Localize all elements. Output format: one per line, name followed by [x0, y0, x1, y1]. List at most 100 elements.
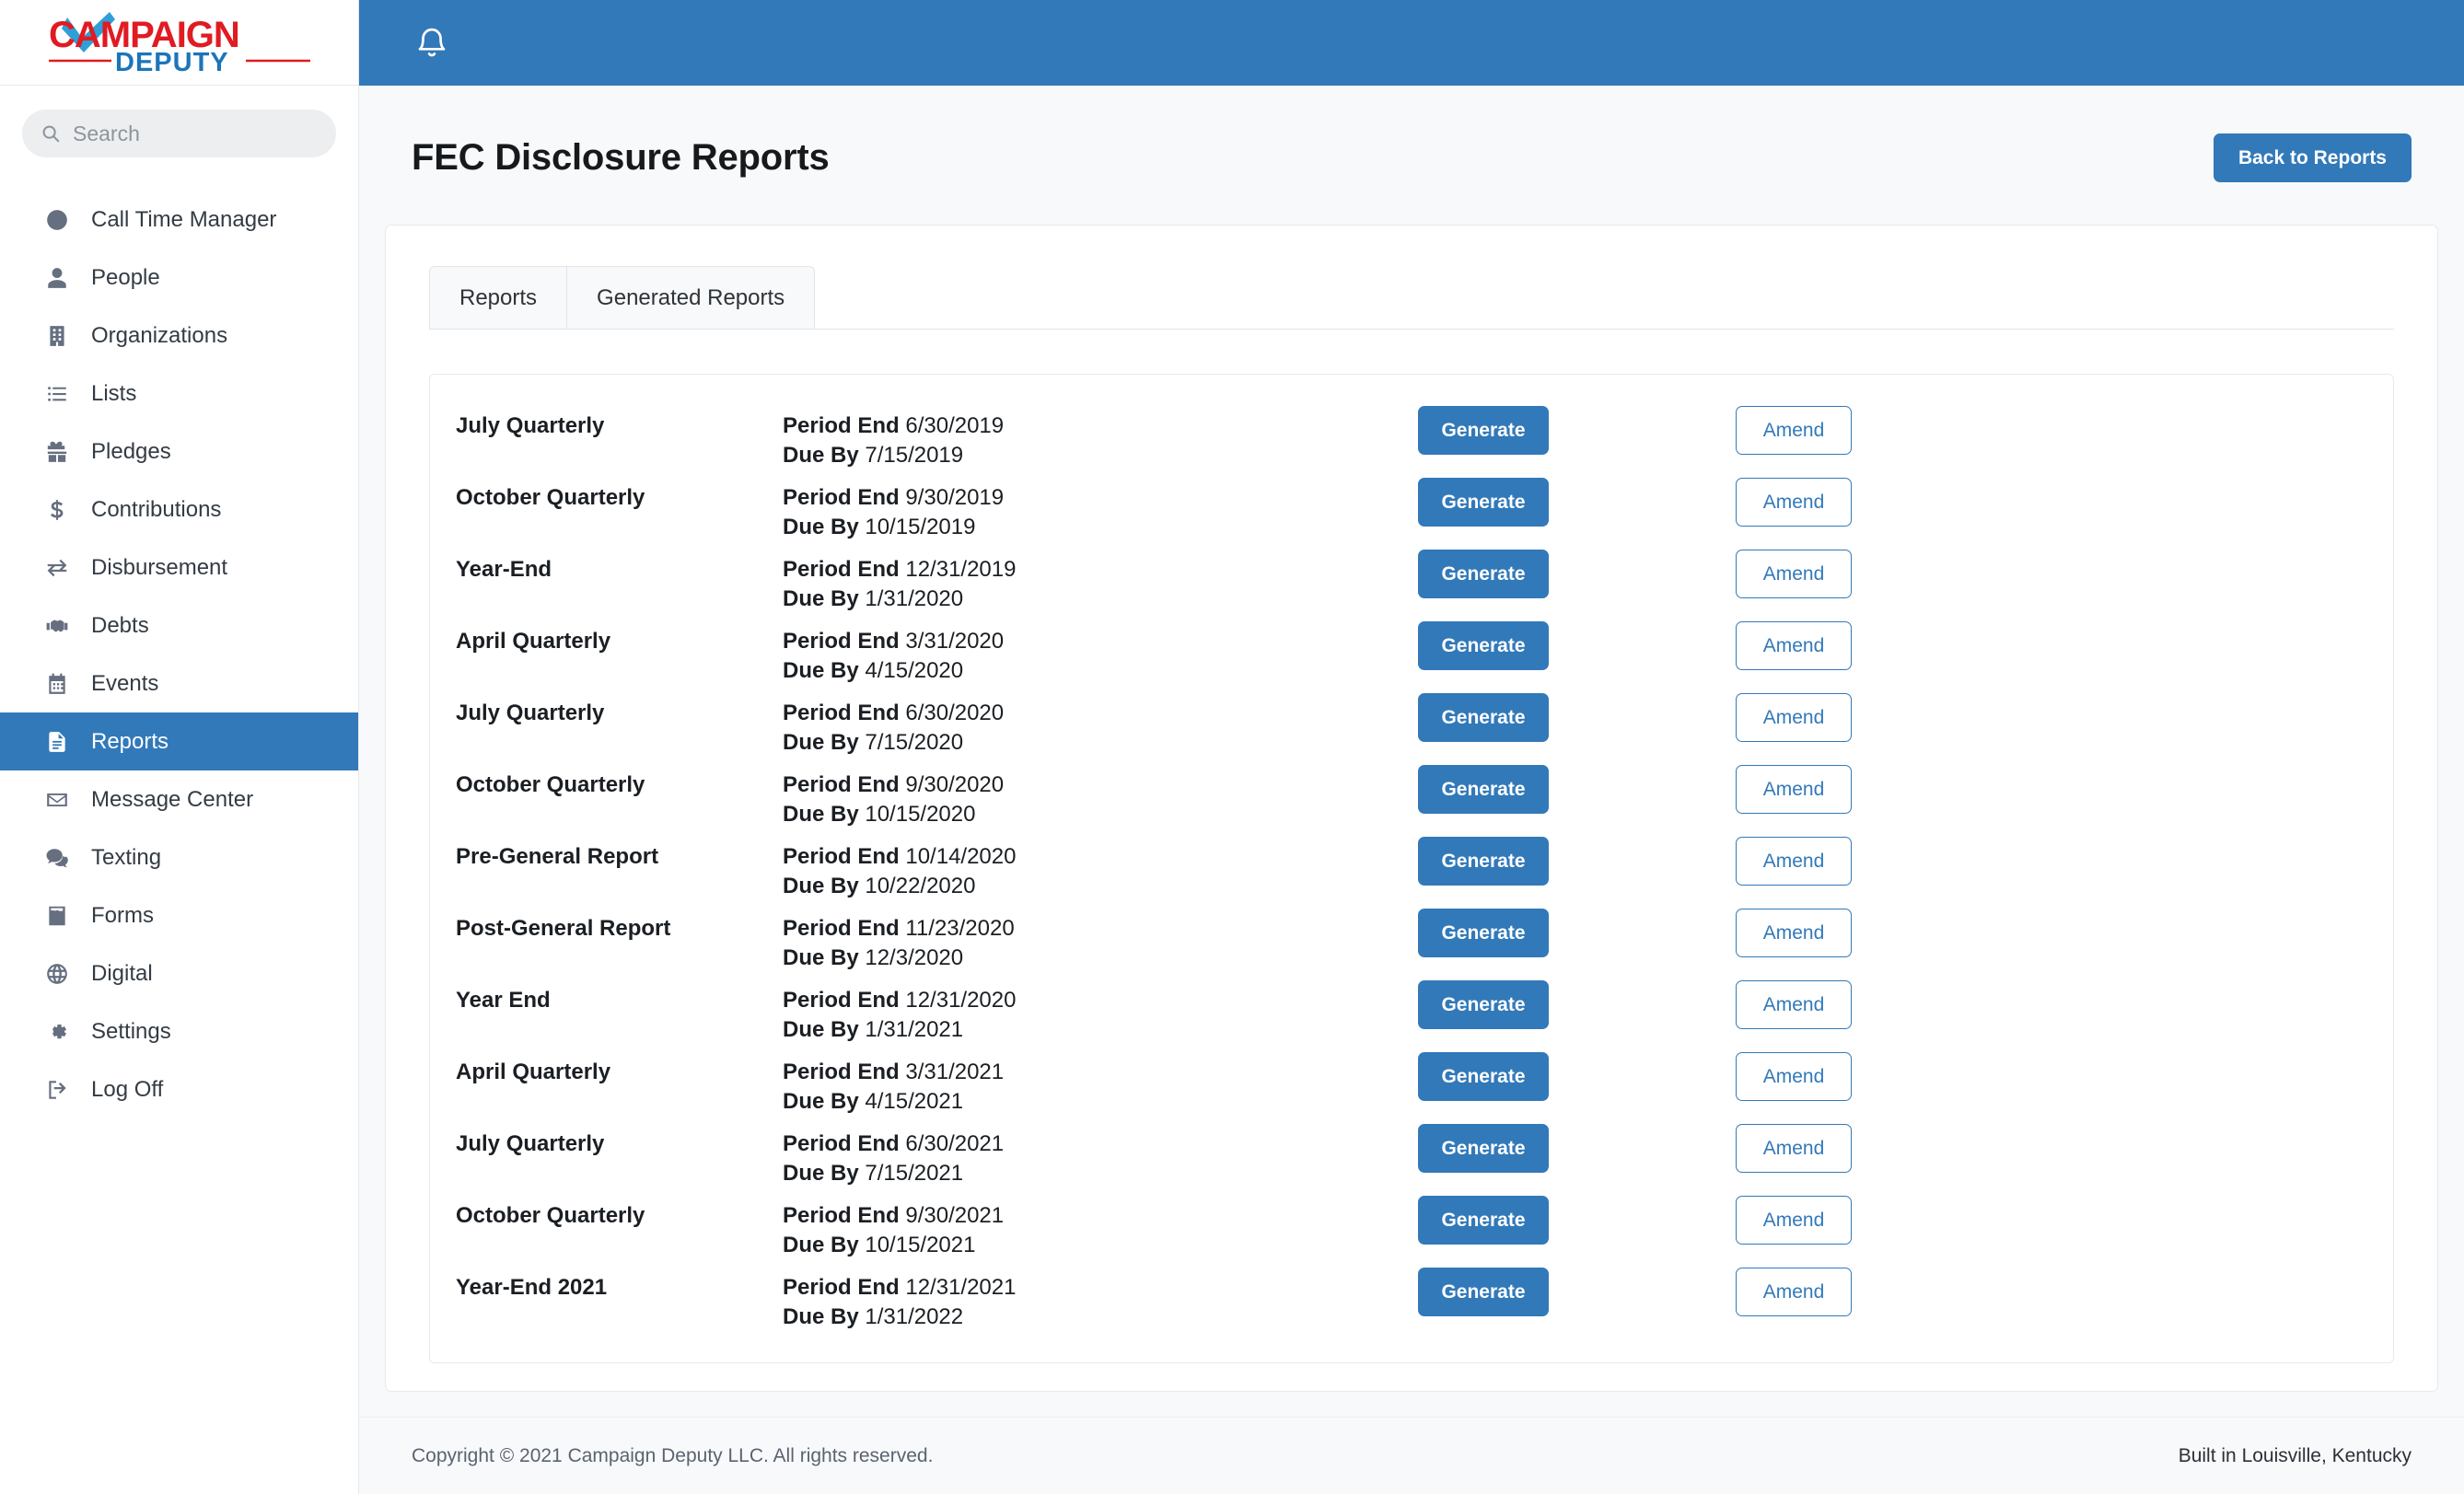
generate-button[interactable]: Generate — [1418, 765, 1549, 814]
sidebar-item-organizations[interactable]: Organizations — [0, 307, 358, 365]
report-name: Year-End — [456, 557, 552, 582]
period-end-value: 12/31/2020 — [905, 988, 1017, 1013]
list-icon — [43, 380, 71, 408]
generate-button[interactable]: Generate — [1418, 550, 1549, 598]
period-end-value: 10/14/2020 — [905, 844, 1017, 869]
amend-button[interactable]: Amend — [1736, 1196, 1852, 1245]
report-dates: Period End 11/23/2020 Due By 12/3/2020 — [783, 903, 1418, 974]
amend-button[interactable]: Amend — [1736, 1124, 1852, 1173]
generate-button[interactable]: Generate — [1418, 909, 1549, 957]
sidebar-item-label: Contributions — [91, 496, 222, 522]
amend-button[interactable]: Amend — [1736, 765, 1852, 814]
report-name: July Quarterly — [456, 701, 605, 725]
search-container — [0, 86, 358, 157]
sidebar-item-forms[interactable]: Forms — [0, 886, 358, 944]
sidebar-item-settings[interactable]: Settings — [0, 1002, 358, 1060]
bell-icon[interactable] — [414, 26, 449, 61]
period-end-value: 9/30/2021 — [905, 1203, 1005, 1228]
generate-button[interactable]: Generate — [1418, 980, 1549, 1029]
due-by-label: Due By — [783, 1304, 859, 1330]
generate-cell: Generate — [1418, 400, 1736, 455]
sidebar-item-label: Settings — [91, 1018, 171, 1044]
amend-button[interactable]: Amend — [1736, 621, 1852, 670]
due-by-value: 4/15/2021 — [865, 1089, 964, 1115]
period-end-value: 3/31/2020 — [905, 629, 1005, 654]
generate-button[interactable]: Generate — [1418, 693, 1549, 742]
generate-button[interactable]: Generate — [1418, 1124, 1549, 1173]
generate-cell: Generate — [1418, 544, 1736, 598]
report-dates: Period End 6/30/2020 Due By 7/15/2020 — [783, 688, 1418, 759]
due-by-value: 7/15/2019 — [865, 443, 964, 469]
amend-button[interactable]: Amend — [1736, 406, 1852, 455]
amend-cell: Amend — [1736, 400, 2012, 455]
sidebar-item-disbursement[interactable]: Disbursement — [0, 539, 358, 596]
sidebar-item-debts[interactable]: Debts — [0, 596, 358, 654]
dollar-icon — [43, 496, 71, 524]
sidebar-item-pledges[interactable]: Pledges — [0, 423, 358, 481]
sidebar-item-contributions[interactable]: Contributions — [0, 481, 358, 539]
search-box[interactable] — [22, 110, 336, 157]
amend-button[interactable]: Amend — [1736, 909, 1852, 957]
due-by-value: 1/31/2020 — [865, 586, 964, 612]
brand-logo[interactable]: CAMPAIGN DEPUTY — [0, 0, 358, 86]
report-name: Year End — [456, 988, 551, 1013]
due-by-label: Due By — [783, 1089, 859, 1115]
report-name: July Quarterly — [456, 413, 605, 438]
amend-button[interactable]: Amend — [1736, 1268, 1852, 1316]
tab-label: Generated Reports — [597, 285, 785, 310]
building-icon — [43, 322, 71, 350]
form-icon — [43, 902, 71, 930]
sidebar-item-log-off[interactable]: Log Off — [0, 1060, 358, 1118]
amend-button[interactable]: Amend — [1736, 1052, 1852, 1101]
report-dates: Period End 12/31/2019 Due By 1/31/2020 — [783, 544, 1418, 615]
sidebar-item-label: Reports — [91, 728, 169, 754]
report-name: Year-End 2021 — [456, 1275, 608, 1300]
search-input[interactable] — [73, 121, 318, 146]
report-row: July Quarterly Period End 6/30/2021 Due By… — [430, 1118, 2393, 1190]
report-row: Year End Period End 12/31/2020 Due By 1/31… — [430, 975, 2393, 1047]
sidebar-item-texting[interactable]: Texting — [0, 828, 358, 886]
svg-text:DEPUTY: DEPUTY — [115, 48, 229, 75]
sidebar-item-message-center[interactable]: Message Center — [0, 770, 358, 828]
sidebar-item-events[interactable]: Events — [0, 654, 358, 712]
back-to-reports-button[interactable]: Back to Reports — [2213, 133, 2412, 182]
sidebar-item-reports[interactable]: Reports — [0, 712, 358, 770]
top-bar — [359, 0, 2464, 86]
tab-generated-reports[interactable]: Generated Reports — [567, 266, 816, 329]
generate-button[interactable]: Generate — [1418, 837, 1549, 886]
sidebar-item-digital[interactable]: Digital — [0, 944, 358, 1002]
generate-button[interactable]: Generate — [1418, 1196, 1549, 1245]
sidebar-item-lists[interactable]: Lists — [0, 365, 358, 423]
sidebar-item-call-time-manager[interactable]: Call Time Manager — [0, 191, 358, 249]
amend-button[interactable]: Amend — [1736, 478, 1852, 527]
generate-button[interactable]: Generate — [1418, 406, 1549, 455]
generate-button[interactable]: Generate — [1418, 1052, 1549, 1101]
generate-button[interactable]: Generate — [1418, 621, 1549, 670]
amend-button[interactable]: Amend — [1736, 550, 1852, 598]
amend-button[interactable]: Amend — [1736, 837, 1852, 886]
report-dates: Period End 9/30/2020 Due By 10/15/2020 — [783, 759, 1418, 830]
reports-panel: Reports Generated Reports July Quarterly P… — [385, 225, 2438, 1392]
sidebar: CAMPAIGN DEPUTY Call Time Manager People O… — [0, 0, 359, 1494]
report-row: Pre-General Report Period End 10/14/2020 D… — [430, 831, 2393, 903]
due-by-label: Due By — [783, 658, 859, 684]
period-end-value: 9/30/2020 — [905, 772, 1005, 797]
tab-reports[interactable]: Reports — [429, 266, 568, 329]
generate-button[interactable]: Generate — [1418, 478, 1549, 527]
generate-cell: Generate — [1418, 688, 1736, 742]
due-by-value: 7/15/2020 — [865, 730, 964, 756]
report-row: July Quarterly Period End 6/30/2019 Due By… — [430, 400, 2393, 472]
period-end-label: Period End — [783, 413, 900, 438]
report-name: April Quarterly — [456, 629, 611, 654]
report-dates: Period End 9/30/2021 Due By 10/15/2021 — [783, 1190, 1418, 1261]
generate-cell: Generate — [1418, 1118, 1736, 1173]
generate-cell: Generate — [1418, 975, 1736, 1029]
report-name: October Quarterly — [456, 772, 645, 797]
amend-button[interactable]: Amend — [1736, 693, 1852, 742]
generate-button[interactable]: Generate — [1418, 1268, 1549, 1316]
gift-icon — [43, 438, 71, 466]
sidebar-item-people[interactable]: People — [0, 249, 358, 307]
amend-button[interactable]: Amend — [1736, 980, 1852, 1029]
period-end-value: 6/30/2019 — [905, 413, 1005, 438]
generate-cell: Generate — [1418, 831, 1736, 886]
